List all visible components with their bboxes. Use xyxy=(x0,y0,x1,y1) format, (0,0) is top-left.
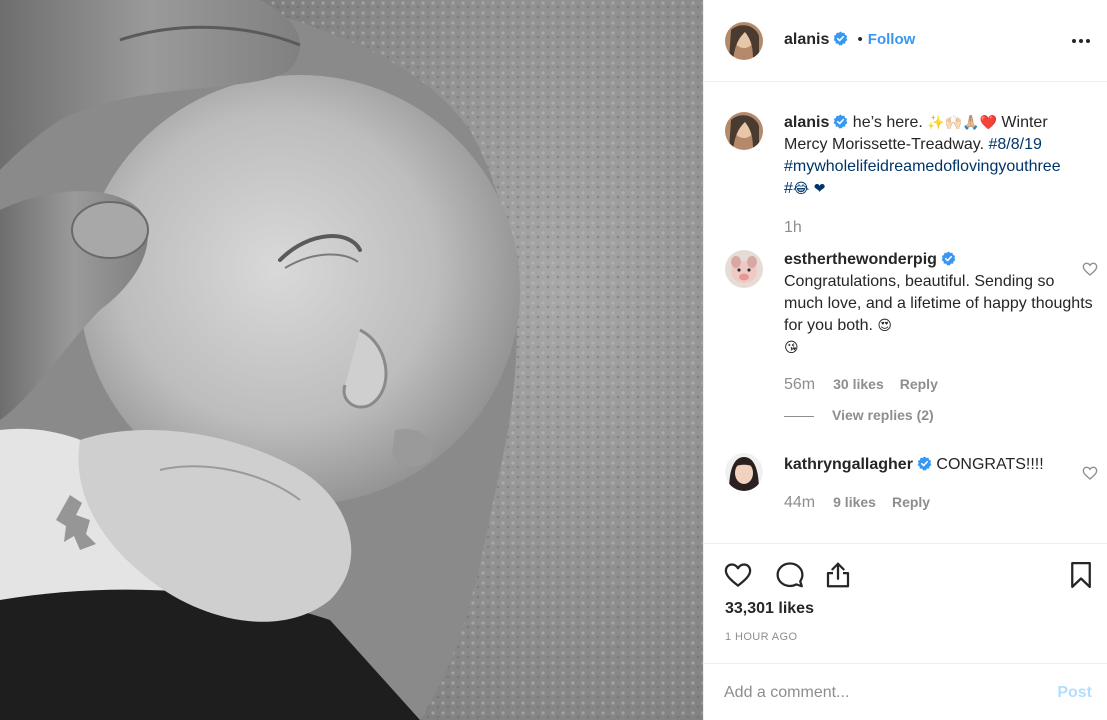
view-replies-button[interactable]: View replies (2) xyxy=(784,407,934,423)
share-icon xyxy=(826,562,850,588)
username-link[interactable]: alanis xyxy=(784,114,829,131)
avatar[interactable] xyxy=(725,112,763,150)
heart-outline-icon xyxy=(1082,262,1098,276)
divider-line xyxy=(784,415,814,417)
hashtag-link[interactable]: #8/8/19 xyxy=(988,136,1041,153)
like-comment-button[interactable] xyxy=(1082,465,1098,481)
caption-meta: 1h xyxy=(784,219,820,237)
verified-badge-icon xyxy=(833,114,848,129)
profile-photo xyxy=(725,22,763,60)
comment-input[interactable] xyxy=(724,678,1024,708)
hashtag-link[interactable]: #😂 xyxy=(784,180,809,197)
caption-text: he’s here. xyxy=(848,114,928,131)
comment-emoji: 😘 xyxy=(784,340,799,356)
timestamp[interactable]: 44m xyxy=(784,494,815,511)
instagram-post: alanis • Follow alanis he’s here. ✨🙌🏻🙏🏼❤… xyxy=(0,0,1107,720)
like-comment-button[interactable] xyxy=(1082,261,1098,277)
comment-meta: 56m 30 likes Reply xyxy=(784,376,938,394)
profile-photo xyxy=(725,250,763,288)
likes-count[interactable]: 33,301 likes xyxy=(725,600,814,618)
caption-body: alanis he’s here. ✨🙌🏻🙏🏼❤️ Winter Mercy M… xyxy=(784,112,1094,200)
caption-emojis: ✨🙌🏻🙏🏼❤️ xyxy=(927,115,997,131)
comment-likes[interactable]: 30 likes xyxy=(833,376,884,392)
profile-photo xyxy=(725,453,763,491)
hashtag-symbol: # xyxy=(784,180,793,197)
comments-list: alanis he’s here. ✨🙌🏻🙏🏼❤️ Winter Mercy M… xyxy=(704,83,1107,543)
avatar[interactable] xyxy=(725,453,763,491)
header-user: alanis • Follow xyxy=(784,31,915,49)
username-link[interactable]: kathryngallagher xyxy=(784,456,913,473)
post-header: alanis • Follow xyxy=(704,0,1107,82)
follow-button[interactable]: Follow xyxy=(868,31,916,48)
view-replies-label: View replies (2) xyxy=(832,407,934,423)
bookmark-icon xyxy=(1071,562,1091,588)
more-icon xyxy=(1072,39,1090,43)
like-button[interactable] xyxy=(723,560,753,590)
profile-photo xyxy=(725,112,763,150)
baby-photo-illustration xyxy=(0,0,703,720)
comment-emoji: 😍 xyxy=(877,318,893,334)
avatar[interactable] xyxy=(725,250,763,288)
side-panel: alanis • Follow alanis he’s here. ✨🙌🏻🙏🏼❤… xyxy=(703,0,1107,720)
avatar[interactable] xyxy=(725,22,763,60)
reply-button[interactable]: Reply xyxy=(892,494,930,510)
verified-badge-icon xyxy=(917,456,932,471)
comment-body: kathryngallagher CONGRATS!!!! xyxy=(784,454,1094,476)
reply-button[interactable]: Reply xyxy=(900,376,938,392)
comment-meta: 44m 9 likes Reply xyxy=(784,494,930,512)
save-button[interactable] xyxy=(1066,560,1096,590)
comment-button[interactable] xyxy=(775,560,805,590)
action-bar: 33,301 likes 1 HOUR AGO xyxy=(704,543,1107,663)
comment-body: estherthewonderpig Congratulations, beau… xyxy=(784,249,1094,359)
post-photo[interactable] xyxy=(0,0,703,720)
comment-likes[interactable]: 9 likes xyxy=(833,494,876,510)
hashtag-link[interactable]: #mywholelifeidreamedoflovingyouthree xyxy=(784,158,1061,175)
timestamp[interactable]: 56m xyxy=(784,376,815,393)
header-bullet: • xyxy=(857,31,863,48)
add-comment-bar: Post xyxy=(704,663,1107,720)
timestamp[interactable]: 1h xyxy=(784,219,802,236)
post-comment-button[interactable]: Post xyxy=(1057,684,1092,702)
hashtag-emoji: 😂 xyxy=(792,181,810,197)
username-link[interactable]: alanis xyxy=(784,31,829,48)
username-link[interactable]: estherthewonderpig xyxy=(784,251,937,268)
comment-icon xyxy=(776,562,804,588)
post-timestamp[interactable]: 1 HOUR AGO xyxy=(725,631,797,643)
heart-outline-icon xyxy=(1082,466,1098,480)
more-options-button[interactable] xyxy=(1068,28,1094,54)
verified-badge-icon xyxy=(833,31,848,46)
heart-icon xyxy=(724,563,752,587)
comment-text: CONGRATS!!!! xyxy=(936,456,1044,473)
heart-emoji: ❤ xyxy=(813,181,826,197)
share-button[interactable] xyxy=(823,560,853,590)
verified-badge-icon xyxy=(941,251,956,266)
comment-text: Congratulations, beautiful. Sending so m… xyxy=(784,273,1093,334)
